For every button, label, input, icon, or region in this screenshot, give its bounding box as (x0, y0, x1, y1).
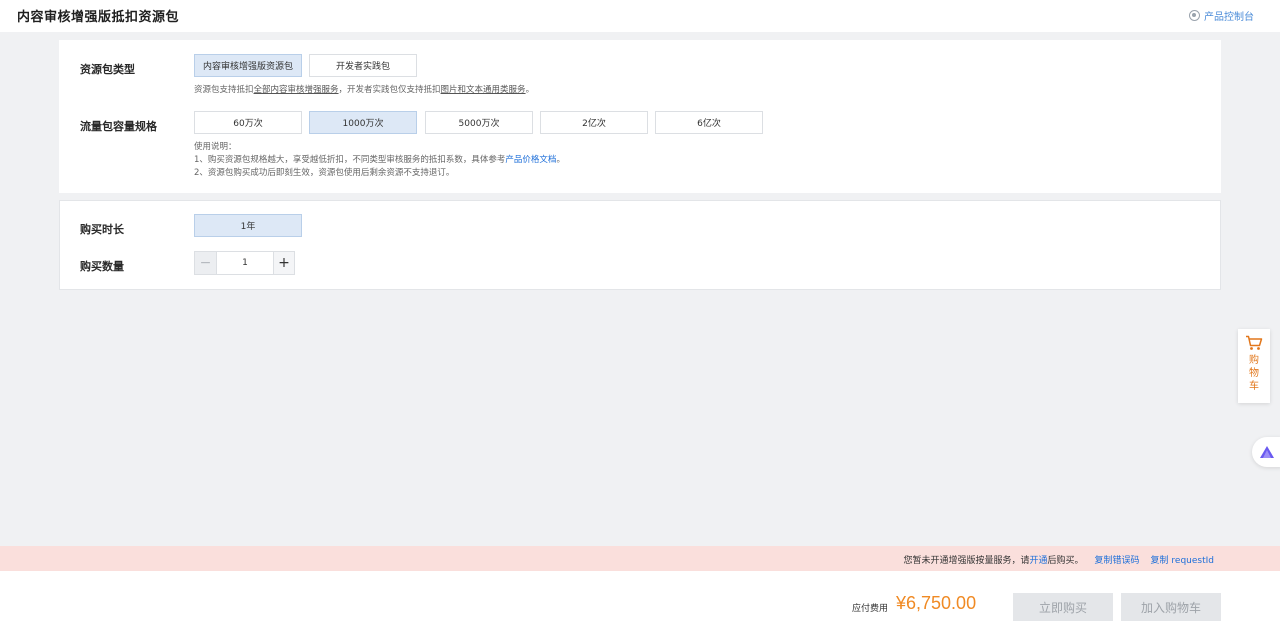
quantity-increase-button[interactable]: + (273, 252, 294, 274)
purchase-card: 购买时长 1年 购买数量 − 1 + (59, 200, 1221, 290)
capacity-option-60w[interactable]: 60万次 (194, 111, 302, 134)
note-middle: ，开发者实践包仅支持抵扣 (338, 85, 441, 95)
alert-bar: 您暂未开通增强版按量服务，请 开通 后购买。 复制错误码 复制 requestId (0, 546, 1280, 571)
alert-activate-link[interactable]: 开通 (1030, 553, 1048, 566)
alert-text-after: 后购买。 (1047, 556, 1084, 566)
capacity-option-2yi[interactable]: 2亿次 (540, 111, 648, 134)
product-console-label: 产品控制台 (1204, 12, 1254, 23)
usage-note-1-end: 。 (556, 155, 565, 165)
usage-note-1: 1、购买资源包规格越大，享受越低折扣，不同类型审核服务的抵扣系数，具体参考产品价… (194, 154, 565, 167)
note-link-general-services[interactable]: 图片和文本通用类服务 (441, 85, 526, 95)
note-link-all-services[interactable]: 全部内容审核增强服务 (254, 85, 339, 95)
gear-icon (1189, 10, 1200, 21)
cart-icon (1246, 335, 1263, 350)
capacity-option-5000w[interactable]: 5000万次 (425, 111, 533, 134)
buy-now-button[interactable]: 立即购买 (1013, 593, 1113, 621)
package-option-developer[interactable]: 开发者实践包 (309, 54, 417, 77)
alert-text: 您暂未开通增强版按量服务，请 (903, 556, 1030, 566)
capacity-label: 流量包容量规格 (80, 120, 157, 133)
quantity-decrease-button[interactable]: − (195, 252, 216, 274)
cart-float-button[interactable]: 购物车 (1238, 329, 1270, 403)
fee-label: 应付费用 (852, 604, 889, 614)
quantity-stepper: − 1 + (194, 251, 295, 275)
price-doc-link[interactable]: 产品价格文档 (505, 155, 556, 165)
capacity-option-1000w[interactable]: 1000万次 (309, 111, 417, 134)
usage-note-1-text: 1、购买资源包规格越大，享受越低折扣，不同类型审核服务的抵扣系数，具体参考 (194, 155, 506, 165)
usage-note-2: 2、资源包购买成功后即刻生效，资源包使用后剩余资源不支持退订。 (194, 168, 455, 178)
top-bar: 内容审核增强版抵扣资源包 产品控制台 (0, 0, 1280, 32)
cart-label: 购物车 (1249, 355, 1259, 392)
note-prefix: 资源包支持抵扣 (194, 85, 254, 95)
package-option-enhanced[interactable]: 内容审核增强版资源包 (194, 54, 302, 77)
duration-label: 购买时长 (80, 223, 124, 236)
duration-option-1y[interactable]: 1年 (194, 214, 302, 237)
alert-content: 您暂未开通增强版按量服务，请 开通 后购买。 复制错误码 复制 requestId (903, 553, 1214, 566)
page-title: 内容审核增强版抵扣资源包 (17, 10, 180, 25)
note-suffix: 。 (525, 85, 535, 95)
usage-notes: 使用说明： 1、购买资源包规格越大，享受越低折扣，不同类型审核服务的抵扣系数，具… (194, 141, 565, 180)
add-to-cart-button[interactable]: 加入购物车 (1121, 593, 1221, 621)
spec-card: 资源包类型 内容审核增强版资源包 开发者实践包 资源包支持抵扣全部内容审核增强服… (59, 40, 1221, 193)
package-type-note: 资源包支持抵扣全部内容审核增强服务，开发者实践包仅支持抵扣图片和文本通用类服务。 (194, 84, 534, 97)
product-console-link[interactable]: 产品控制台 (1189, 8, 1254, 23)
quantity-input[interactable]: 1 (216, 252, 273, 274)
copy-error-code-link[interactable]: 复制错误码 (1095, 553, 1140, 566)
package-type-label: 资源包类型 (80, 63, 135, 76)
capacity-option-6yi[interactable]: 6亿次 (655, 111, 763, 134)
fee-amount: ¥6,750.00 (896, 593, 977, 613)
usage-notes-title: 使用说明： (194, 142, 237, 152)
assistant-float-button[interactable] (1252, 437, 1280, 467)
footer-bar: 应付费用 ¥6,750.00 立即购买 加入购物车 (0, 571, 1280, 630)
assistant-icon (1260, 446, 1274, 458)
copy-request-id-link[interactable]: 复制 requestId (1151, 553, 1214, 566)
quantity-label: 购买数量 (80, 260, 124, 273)
